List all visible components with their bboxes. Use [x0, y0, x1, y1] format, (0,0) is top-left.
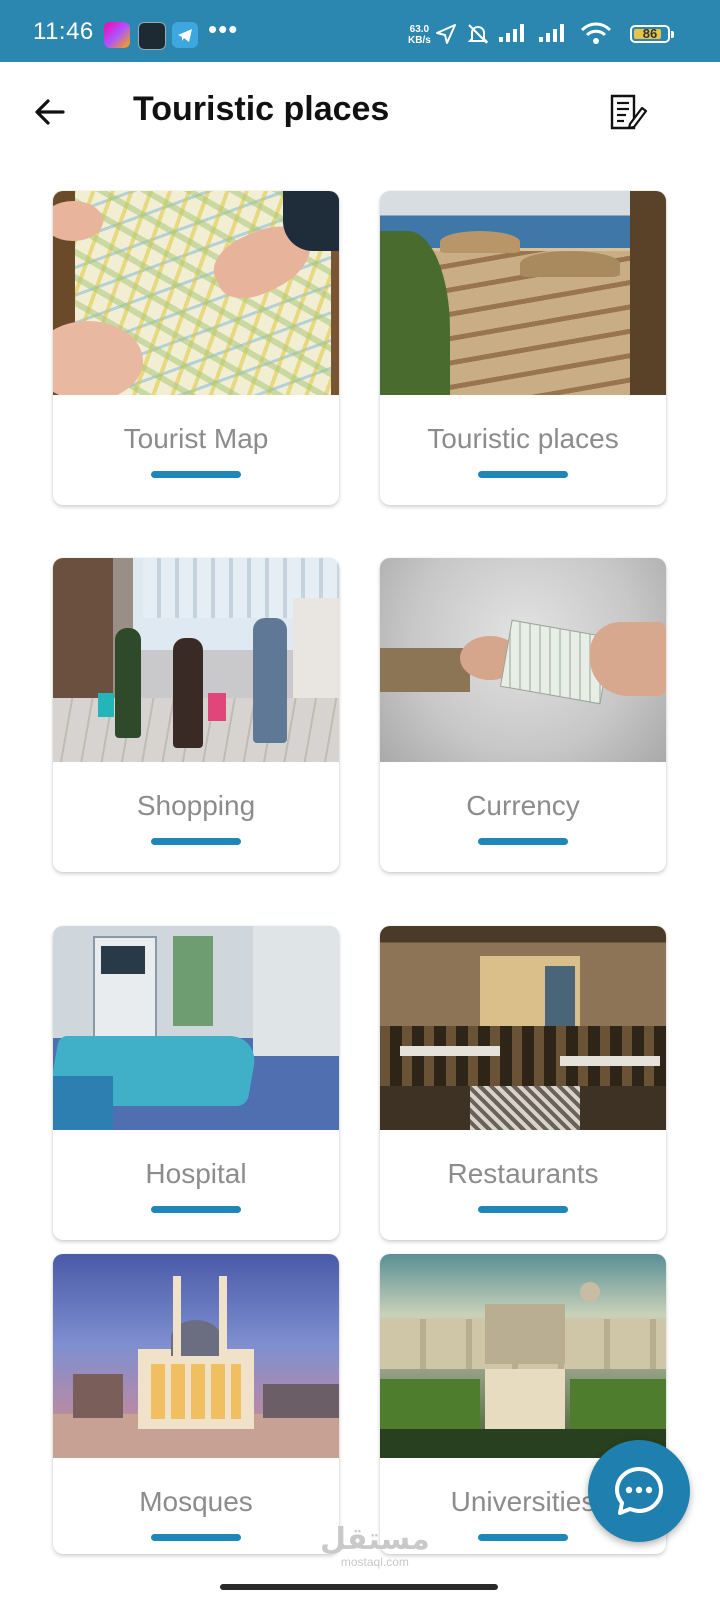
document-edit-icon: [610, 94, 648, 130]
status-bar: 11:46 ••• 63.0 KB/s 86: [0, 0, 720, 62]
back-button[interactable]: [30, 92, 70, 132]
category-label: Tourist Map: [123, 423, 269, 454]
arrow-left-icon: [35, 99, 65, 125]
beach-photo: [380, 191, 666, 395]
app-icon-clock: [138, 22, 166, 50]
category-accent-bar: [478, 471, 568, 478]
category-card-tourist-map[interactable]: Tourist Map: [53, 191, 339, 505]
category-accent-bar: [151, 1534, 241, 1541]
category-accent-bar: [478, 1534, 568, 1541]
category-label: Restaurants: [447, 1158, 599, 1189]
category-card-shopping[interactable]: Shopping: [53, 558, 339, 872]
category-accent-bar: [151, 471, 241, 478]
category-accent-bar: [478, 1206, 568, 1213]
hospital-photo: [53, 926, 339, 1130]
category-card-mosques[interactable]: Mosques: [53, 1254, 339, 1554]
category-label: Shopping: [136, 790, 256, 821]
restaurant-photo: [380, 926, 666, 1130]
category-label: Hospital: [145, 1158, 247, 1189]
category-label: Touristic places: [427, 423, 619, 454]
edit-document-button[interactable]: [606, 90, 650, 134]
category-accent-bar: [151, 1206, 241, 1213]
chat-bubble-icon: [615, 1467, 663, 1515]
map-photo: [53, 191, 339, 395]
telegram-icon: [172, 22, 198, 48]
app-header: Touristic places: [0, 62, 720, 162]
category-card-hospital[interactable]: Hospital: [53, 926, 339, 1240]
watermark: مستقل mostaql.com: [320, 1522, 430, 1570]
network-speed-value: 63.0: [409, 24, 430, 35]
category-accent-bar: [151, 838, 241, 845]
currency-photo: [380, 558, 666, 762]
signal-icon-2: [539, 24, 564, 42]
mosque-photo: [53, 1254, 339, 1458]
network-speed: 63.0 KB/s: [408, 24, 431, 46]
category-card-restaurants[interactable]: Restaurants: [380, 926, 666, 1240]
battery-level: 86: [642, 26, 658, 41]
shopping-photo: [53, 558, 339, 762]
more-notifications-icon: •••: [208, 14, 239, 44]
signal-icon: [499, 24, 524, 42]
category-label: Mosques: [139, 1486, 253, 1517]
watermark-latin: mostaql.com: [340, 1555, 409, 1569]
category-accent-bar: [478, 838, 568, 845]
university-photo: [380, 1254, 666, 1458]
bell-muted-icon: [467, 24, 489, 44]
category-label: Currency: [466, 790, 580, 821]
network-speed-unit: KB/s: [408, 35, 431, 46]
watermark-arabic: مستقل: [320, 1522, 430, 1557]
battery-indicator: 86: [630, 25, 674, 43]
page-title: Touristic places: [133, 90, 390, 128]
status-time: 11:46: [33, 18, 94, 45]
wifi-icon: [580, 22, 612, 44]
chat-button[interactable]: [588, 1440, 690, 1542]
category-card-touristic-places[interactable]: Touristic places: [380, 191, 666, 505]
category-card-currency[interactable]: Currency: [380, 558, 666, 872]
home-indicator[interactable]: [220, 1584, 498, 1590]
location-arrow-icon: [436, 24, 456, 44]
app-icon-toolbox: [104, 22, 130, 48]
